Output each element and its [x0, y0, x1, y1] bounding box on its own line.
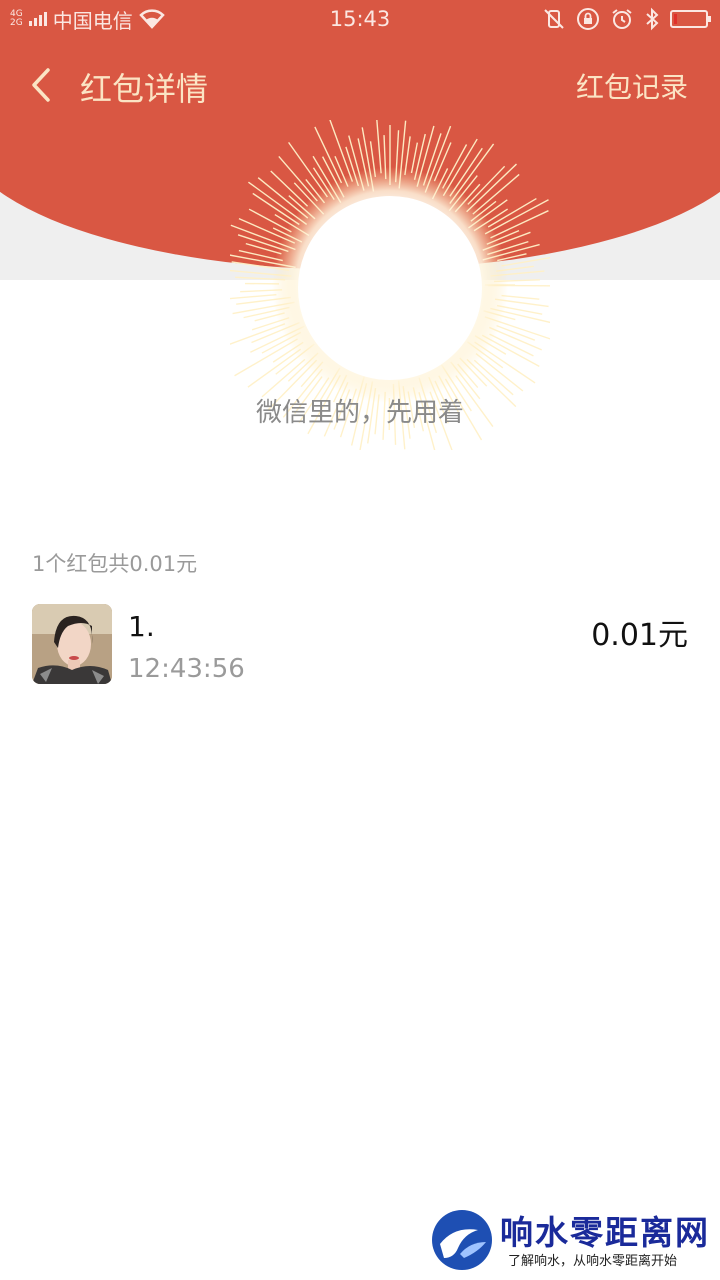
status-right: [542, 7, 711, 31]
sparkle-ray: [473, 359, 514, 396]
rotation-lock-icon: [577, 8, 599, 30]
nav-bar: 红包详情 红包记录: [0, 58, 720, 112]
site-watermark: 响水零距离网 了解响水，从响水零距离开始: [430, 1204, 715, 1276]
sparkle-ray: [314, 126, 343, 184]
watermark-logo-icon: [432, 1210, 492, 1270]
record-sender-name: 1.: [128, 610, 155, 643]
sparkle-ray: [270, 170, 309, 207]
sparkle-ray: [247, 348, 302, 388]
sparkle-ray: [487, 197, 537, 228]
torn-paper-edge: [0, 470, 720, 530]
sparkle-ray: [278, 155, 318, 202]
sparkle-ray: [329, 120, 354, 182]
packet-summary: 1个红包共0.01元: [32, 552, 198, 576]
page-title: 红包详情: [80, 70, 209, 108]
sparkle-ray: [501, 256, 550, 267]
sparkle-ray: [376, 120, 382, 174]
vibrate-off-icon: [544, 9, 564, 29]
avatar-portrait-image: [32, 604, 112, 684]
record-time: 12:43:56: [128, 654, 245, 684]
sparkle-ray: [245, 242, 282, 255]
battery-level: [674, 14, 677, 24]
record-amount: 0.01元: [591, 618, 688, 653]
sparkle-ray: [410, 142, 419, 174]
status-bar: 4G 2G 中国电信 15:43: [0, 0, 720, 38]
bluetooth-icon: [646, 7, 659, 31]
watermark-subtitle: 了解响水，从响水零距离开始: [508, 1254, 678, 1269]
watermark-title: 响水零距离网: [500, 1213, 710, 1252]
battery-icon: [670, 10, 711, 28]
back-arrow-icon[interactable]: [26, 66, 56, 104]
alarm-icon: [612, 9, 632, 29]
avatar[interactable]: [32, 604, 112, 684]
list-item[interactable]: 1. 12:43:56 0.01元: [0, 596, 720, 696]
red-packet-record-link[interactable]: 红包记录: [576, 66, 688, 106]
sender-slogan: 微信里的，先用着: [255, 398, 464, 428]
